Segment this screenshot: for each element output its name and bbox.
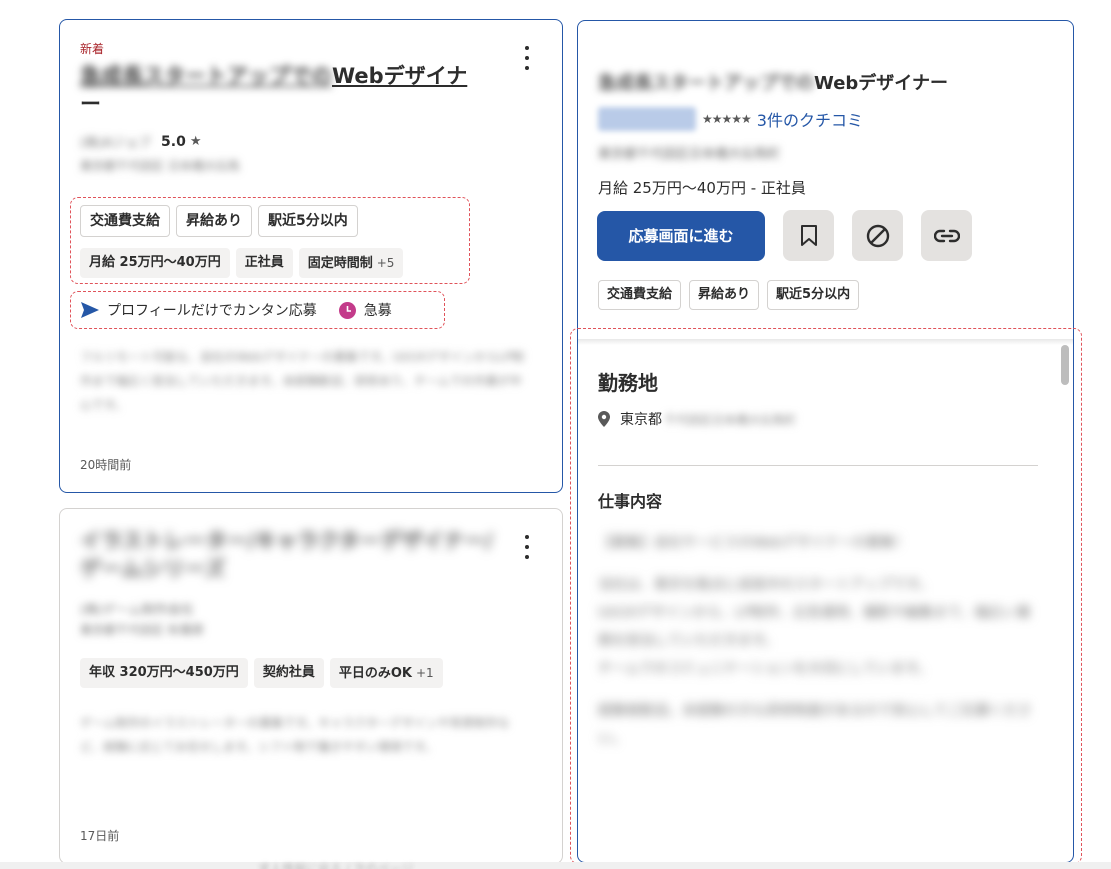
tag: 交通費支給 [80,205,170,237]
tags-highlight: 交通費支給 昇給あり 駅近5分以内 月給 25万円～40万円 正社員 固定時間制… [70,197,470,284]
company-reviews-row: ★★★★★ 3件のクチコミ [598,107,863,131]
tag: 年収 320万円～450万円 [80,658,248,688]
apply-highlight: プロフィールだけでカンタン応募 急募 [70,291,445,329]
company-row: (株)Aジョブ 5.0 ★ [80,132,202,152]
link-icon [933,229,960,242]
detail-actions: 応募画面に進む [597,210,972,261]
urgent-text: 急募 [363,303,392,319]
attribute-tags: 年収 320万円～450万円 契約社員 平日のみOK +1 [80,658,443,688]
copy-link-button[interactable] [921,210,972,261]
attribute-tags: 月給 25万円～40万円 正社員 固定時間制 +5 [80,248,404,278]
job-snippet: フルリモート可能な、自社のWebデザイナーの募集です。UI/UXデザインからLP… [80,350,525,412]
company-name: (株)ゲーム制作会社 [80,603,194,618]
footer-text: 求人情報に戻る / 次のページ [258,862,414,869]
tag: 交通費支給 [598,280,682,310]
tag: 駅近5分以内 [258,205,358,237]
tag: 平日のみOK +1 [329,658,443,688]
more-options-icon[interactable] [520,535,534,559]
company-rating: 5.0 [161,133,186,150]
company-name: (株)Aジョブ [80,136,152,151]
tag: 正社員 [235,248,293,278]
star-icon: ★ [189,134,202,149]
tag: 駅近5分以内 [767,280,860,310]
more-tags-count: +1 [415,666,434,680]
job-title[interactable]: 急成長スタートアップでのWebデザイナ ー [80,62,480,118]
detail-address: 東京都千代田区日本橋大伝馬町 [598,147,781,162]
tag: 昇給あり [689,280,760,310]
easy-apply-text: プロフィールだけでカンタン応募 [107,303,317,319]
detail-salary: 月給 25万円～40万円 - 正社員 [598,179,806,197]
save-job-button[interactable] [783,210,834,261]
tag: 固定時間制 +5 [298,248,404,278]
detail-title: 急成長スタートアップでの Webデザイナー [598,69,948,95]
not-interested-button[interactable] [852,210,903,261]
posted-date: 17日前 [80,829,120,843]
tag: 契約社員 [253,658,324,688]
job-card[interactable]: イラストレーター/キャラクターデザイナー/ゲームシリーズ (株)ゲーム制作会社 … [59,508,563,864]
apply-button[interactable]: 応募画面に進む [597,210,765,261]
tag: 月給 25万円～40万円 [80,248,230,278]
more-tags-count: +5 [376,256,395,270]
tag: 昇給あり [176,205,252,237]
job-title[interactable]: イラストレーター/キャラクターデザイナー/ゲームシリーズ [80,527,500,583]
job-location: 東京都千代田区 秋葉原 [80,623,204,637]
new-badge: 新着 [80,42,105,56]
company-link[interactable] [598,107,696,131]
benefit-tags: 交通費支給 昇給あり 駅近5分以内 [80,205,358,237]
detail-title-blurred: 急成長スタートアップでの [598,73,814,94]
clock-icon [338,301,356,319]
block-icon [866,224,889,247]
rating-stars-icon: ★★★★★ [702,112,752,126]
reviews-link[interactable]: 3件のクチコミ [757,107,863,131]
detail-title-visible: Webデザイナー [814,73,948,94]
more-options-icon[interactable] [520,46,534,70]
bottom-edge [0,862,1111,869]
bookmark-icon [800,224,817,246]
tag-label: 固定時間制 [307,256,373,271]
detail-tags: 交通費支給 昇給あり 駅近5分以内 [598,280,860,310]
job-title-visible: Webデザイナ [332,64,468,88]
job-snippet: ゲーム制作のイラストレーターの募集です。キャラクターデザインや背景制作など、経験… [80,716,510,754]
job-title-wrap: ー [80,92,101,116]
job-title-blurred: 急成長スタートアップでの [80,64,332,88]
job-card[interactable]: 新着 急成長スタートアップでのWebデザイナ ー (株)Aジョブ 5.0 ★ 東京… [59,19,563,493]
posted-date: 20時間前 [80,458,132,472]
tag-label: 平日のみOK [338,666,412,681]
send-icon [81,302,99,318]
detail-highlight [570,328,1082,864]
job-location: 東京都千代田区 日本橋大伝馬 [80,159,240,173]
